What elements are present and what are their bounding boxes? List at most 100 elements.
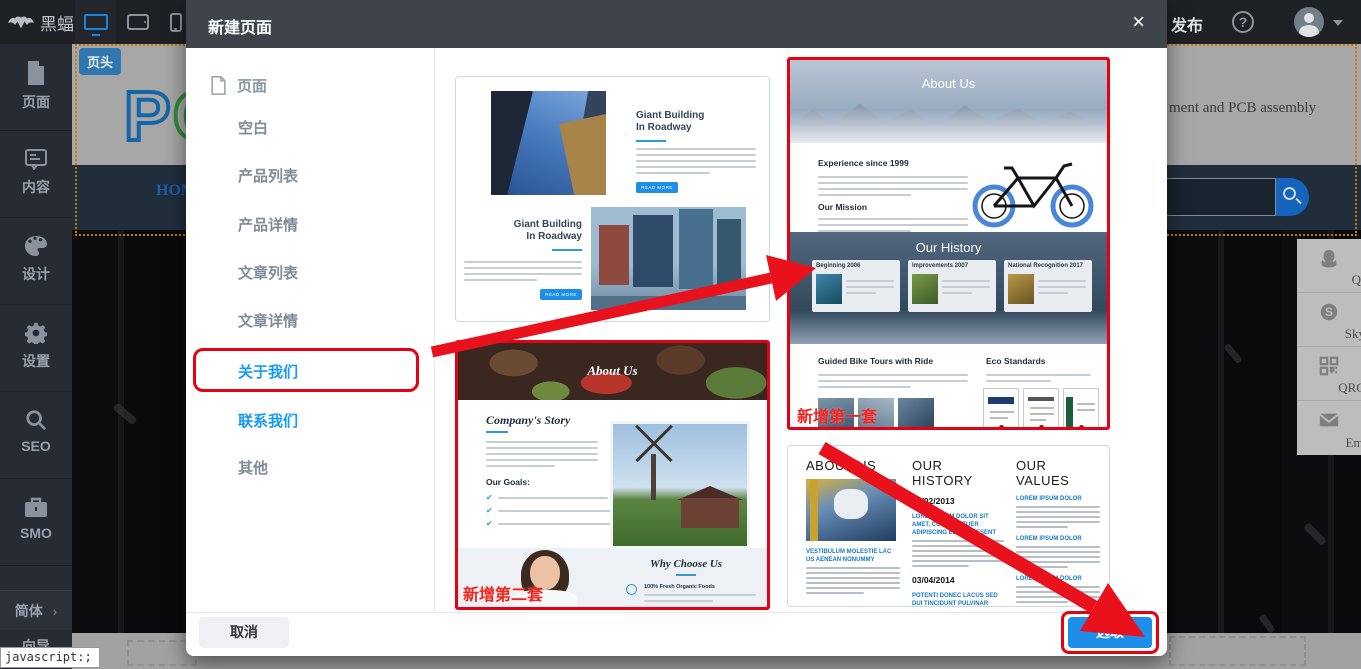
mission-heading: Our Mission xyxy=(818,202,867,212)
sidebar-item-seo[interactable]: SEO xyxy=(0,392,72,479)
our-history-section: Our History Beginning 2006 Improvements … xyxy=(790,232,1107,344)
content-icon xyxy=(24,148,48,170)
template-food-about[interactable]: About Us Company's Story Our Goals: ✔ ✔ … xyxy=(455,340,770,610)
menu-item-product-detail[interactable]: 产品详情 xyxy=(238,214,298,235)
device-desktop-button[interactable] xyxy=(75,0,116,44)
account-dropdown-caret[interactable] xyxy=(1333,20,1343,26)
certificates xyxy=(983,388,1099,430)
section-tag[interactable]: 页头 xyxy=(79,48,121,75)
contact-skype[interactable]: S Skype xyxy=(1297,293,1361,347)
history-card: Improvements 2007 xyxy=(908,260,996,312)
text-lines xyxy=(1016,586,1100,603)
template-lorem-about[interactable]: ABOUT US VESTIBULUM MOLESTIE LAC US AENE… xyxy=(787,445,1110,607)
why-heading: Why Choose Us xyxy=(616,558,756,570)
search-icon xyxy=(1283,187,1296,200)
text-lines xyxy=(1016,506,1100,528)
publish-button[interactable]: 发布 xyxy=(1171,12,1203,36)
text-lines xyxy=(818,172,968,196)
sidebar-item-pages[interactable]: 页面 xyxy=(0,44,72,131)
ribbon-icon xyxy=(626,584,637,595)
text-lines xyxy=(986,370,1091,382)
qq-icon xyxy=(1318,247,1340,269)
text-lines xyxy=(1038,276,1086,294)
language-switcher[interactable]: 简体 › xyxy=(0,590,72,630)
text-lines xyxy=(818,214,968,232)
desktop-icon xyxy=(84,14,108,30)
history-card: National Recognition 2017 xyxy=(1004,260,1092,312)
seo-search-icon xyxy=(25,409,47,431)
template-remnant-strip xyxy=(588,52,707,75)
template-bike-about[interactable]: About Us Experience since 1999 Our Missi… xyxy=(787,57,1110,430)
menu-item-blank[interactable]: 空白 xyxy=(238,117,268,138)
palette-icon xyxy=(24,235,48,257)
avatar[interactable] xyxy=(1294,7,1324,37)
footer-placeholder-right xyxy=(1169,636,1306,666)
text-lines xyxy=(644,594,756,602)
hero-title: About Us xyxy=(458,363,767,379)
annotation-first-set: 新增第一套 xyxy=(797,403,877,427)
tours-heading: Guided Bike Tours with Ride xyxy=(818,356,933,366)
sidebar-item-design[interactable]: 设计 xyxy=(0,218,72,305)
city-photo xyxy=(591,207,746,310)
text-lines xyxy=(486,437,598,467)
annotation-second-set: 新增第二套 xyxy=(463,581,543,605)
contact-qrcode[interactable]: QRCode xyxy=(1297,347,1361,401)
about-us-annotation-box xyxy=(193,348,419,392)
menu-item-article-list[interactable]: 文章列表 xyxy=(238,262,298,283)
modal-header: 新建页面 × xyxy=(186,0,1167,48)
bat-logo-icon xyxy=(8,15,34,30)
help-button[interactable]: ? xyxy=(1232,11,1254,33)
contact-qq[interactable]: QQ xyxy=(1297,239,1361,293)
template-giant-building[interactable]: Giant BuildingIn Roadway READ MORE Giant… xyxy=(455,76,770,322)
editor-screen: 页头 PC HOME ment and PCB assembly QQ S Sk… xyxy=(0,0,1361,669)
bicycle-image xyxy=(968,152,1098,228)
modal-title: 新建页面 xyxy=(208,14,272,38)
modal-footer xyxy=(186,612,1167,656)
col-title: OUR VALUES xyxy=(1016,458,1100,488)
text-lines xyxy=(912,540,1004,567)
menu-item-contact-us[interactable]: 联系我们 xyxy=(238,410,298,431)
read-more-button: READ MORE xyxy=(636,182,678,193)
windmill-photo xyxy=(610,421,750,549)
goals-heading: Our Goals: xyxy=(486,477,530,487)
page-outline-icon xyxy=(210,76,227,95)
page-icon xyxy=(25,61,47,85)
check-icon: ✔ xyxy=(486,494,493,502)
tablet-icon xyxy=(127,14,149,30)
text-lines xyxy=(818,370,968,388)
sidebar-item-smo[interactable]: SMO xyxy=(0,479,72,566)
site-tagline: ment and PCB assembly xyxy=(1169,100,1316,117)
select-button[interactable]: 选取 xyxy=(1068,617,1152,648)
sidebar-item-content[interactable]: 内容 xyxy=(0,131,72,218)
food-hero-photo: About Us xyxy=(458,343,767,400)
brand-name: 黑蝠 xyxy=(40,10,74,35)
contact-email[interactable]: Email xyxy=(1297,401,1361,455)
worker-photo xyxy=(806,479,896,541)
contact-side-panel: QQ S Skype QRCode Email xyxy=(1297,239,1361,455)
sidebar-item-settings[interactable]: 设置 xyxy=(0,305,72,392)
menu-item-other[interactable]: 其他 xyxy=(238,457,268,478)
menu-item-about-us[interactable]: 关于我们 xyxy=(238,361,298,382)
why-item: 100% Fresh Organic Foods xyxy=(644,584,756,590)
skyscraper-photo xyxy=(491,91,606,195)
qrcode-icon xyxy=(1318,355,1340,377)
menu-item-article-detail[interactable]: 文章详情 xyxy=(238,310,298,331)
read-more-button: READ MORE xyxy=(540,289,582,300)
device-tablet-button[interactable] xyxy=(117,0,158,44)
hero-title: About Us xyxy=(790,76,1107,91)
cancel-button[interactable]: 取消 xyxy=(199,617,289,648)
menu-item-product-list[interactable]: 产品列表 xyxy=(238,165,298,186)
col-title: OUR HISTORY xyxy=(912,458,1004,488)
email-icon xyxy=(1318,409,1340,431)
text-lines xyxy=(1016,546,1100,568)
menu-group-pages: 页面 xyxy=(210,75,267,96)
app-sidebar: 页面 内容 设计 设置 SEO SMO 简体 › 向导 xyxy=(0,44,72,669)
text-lines xyxy=(942,276,990,294)
mobile-icon xyxy=(170,13,182,32)
story-heading: Company's Story xyxy=(486,413,570,428)
mountains-hero-photo: About Us xyxy=(790,60,1107,143)
chevron-right-icon: › xyxy=(53,603,58,619)
close-icon[interactable]: × xyxy=(1132,11,1145,33)
svg-text:S: S xyxy=(1325,305,1333,319)
col-subheading: VESTIBULUM MOLESTIE LAC US AENEAN NONUMM… xyxy=(806,548,900,564)
